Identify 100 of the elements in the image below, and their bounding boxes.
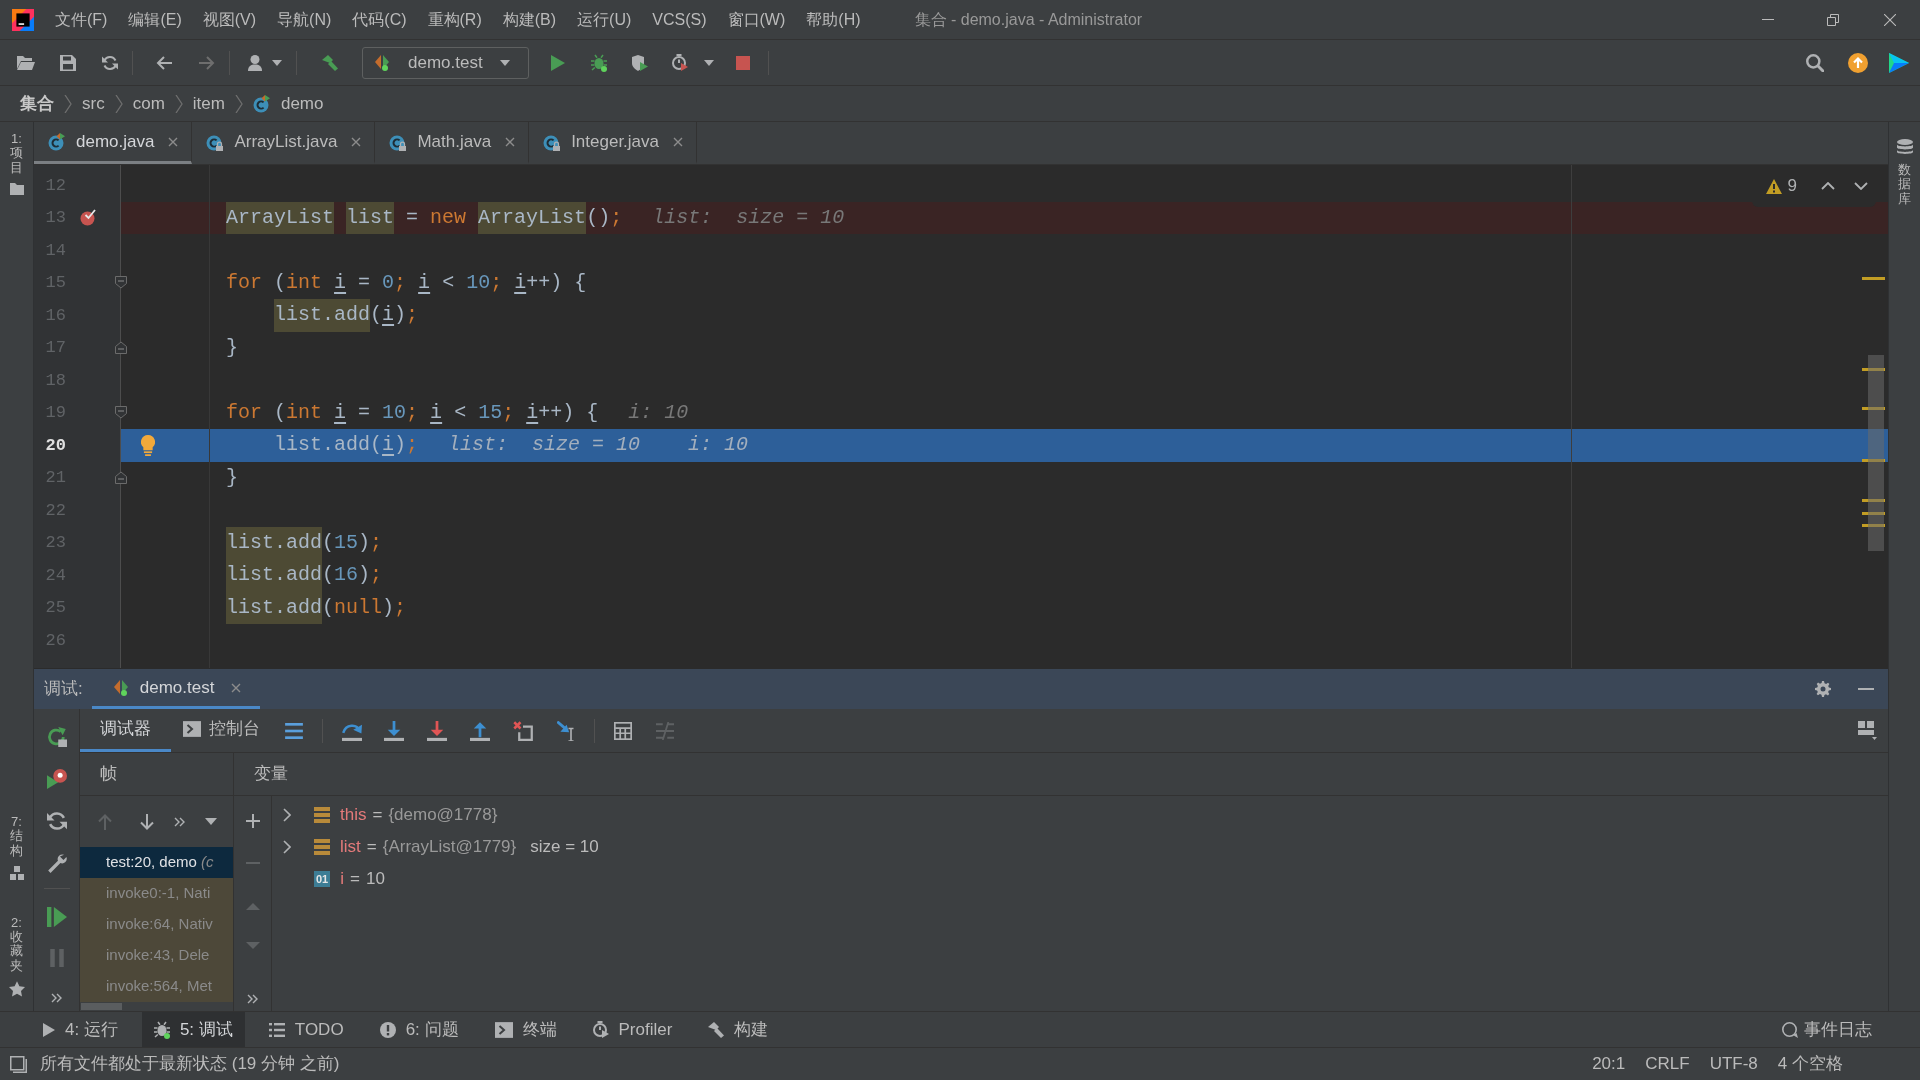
- sync-icon[interactable]: [46, 811, 67, 831]
- tool-window-button[interactable]: 7: 结构: [9, 814, 24, 880]
- menu-item[interactable]: 导航(N): [277, 11, 332, 28]
- stacked-squares-icon[interactable]: [10, 1055, 27, 1073]
- wrench-icon[interactable]: [46, 853, 67, 873]
- caret-icon[interactable]: [704, 59, 714, 66]
- breadcrumb-item[interactable]: item: [192, 90, 225, 117]
- sync-icon[interactable]: [102, 54, 118, 71]
- bug-icon[interactable]: [591, 53, 607, 72]
- close-icon[interactable]: [505, 136, 516, 147]
- double-chevron-icon[interactable]: [247, 994, 258, 1004]
- save-icon[interactable]: [60, 54, 76, 71]
- fold-icon[interactable]: [115, 341, 127, 355]
- close-icon[interactable]: [1884, 13, 1896, 26]
- close-icon[interactable]: [351, 136, 362, 147]
- tool-window-button[interactable]: 1: 项目: [9, 132, 24, 195]
- list-icon[interactable]: [285, 722, 303, 739]
- close-icon[interactable]: [231, 682, 242, 693]
- chevron-right-icon[interactable]: [283, 840, 291, 854]
- fold-icon[interactable]: [115, 471, 127, 485]
- tool-window-tab[interactable]: 4: 运行: [31, 1012, 130, 1047]
- menu-item[interactable]: 构建(B): [502, 11, 557, 28]
- check-circle-icon[interactable]: [80, 209, 96, 227]
- tool-window-tab[interactable]: Profiler: [580, 1012, 685, 1047]
- lightbulb-icon[interactable]: [141, 434, 155, 456]
- close-icon[interactable]: [673, 136, 684, 147]
- breadcrumb-item[interactable]: src: [82, 90, 105, 117]
- settings-icon[interactable]: [1815, 681, 1831, 697]
- menu-item[interactable]: 帮助(H): [806, 11, 861, 28]
- menu-item[interactable]: VCS(S): [652, 11, 707, 28]
- tool-window-tab[interactable]: 构建: [696, 1012, 781, 1047]
- variable-entry[interactable]: list = {ArrayList@1779} size = 10: [340, 834, 599, 860]
- variable-entry[interactable]: this = {demo@1778}: [340, 802, 498, 828]
- tool-window-button[interactable]: 2: 收藏夹: [8, 915, 25, 997]
- status-item[interactable]: CRLF: [1645, 1051, 1690, 1077]
- circular-arrow-icon[interactable]: [46, 727, 67, 747]
- run-config-dropdown[interactable]: demo.test: [362, 46, 529, 79]
- scrollbar-thumb[interactable]: [81, 1003, 122, 1010]
- stop-icon[interactable]: [736, 55, 750, 70]
- debug-tab[interactable]: 调试器: [80, 709, 171, 752]
- speech-bubble-icon: [1782, 1021, 1798, 1038]
- restore-icon[interactable]: [1827, 13, 1839, 26]
- menu-item[interactable]: 窗口(W): [727, 11, 786, 28]
- status-item[interactable]: 4 个空格: [1777, 1051, 1843, 1077]
- status-item[interactable]: 20:1: [1592, 1051, 1626, 1077]
- fold-icon[interactable]: [115, 406, 127, 420]
- variable-entry[interactable]: i = 10: [340, 866, 385, 892]
- caret-icon[interactable]: [205, 818, 217, 825]
- menu-item[interactable]: 视图(V): [202, 11, 257, 28]
- double-chevron-icon[interactable]: [174, 816, 185, 827]
- event-log-button[interactable]: 事件日志: [1782, 1012, 1920, 1047]
- arrow-up-circle-icon[interactable]: [1848, 52, 1868, 73]
- calculator-icon[interactable]: [614, 721, 632, 740]
- editor-tab[interactable]: ArrayList.java: [192, 122, 376, 164]
- shield-play-icon[interactable]: [632, 54, 648, 71]
- tool-window-tab[interactable]: 5: 调试: [141, 1012, 245, 1047]
- plus-icon[interactable]: [245, 814, 260, 828]
- down-arrow-icon[interactable]: [140, 813, 154, 830]
- close-icon[interactable]: [168, 136, 179, 147]
- tool-window-tab[interactable]: 6: 问题: [367, 1012, 471, 1047]
- down-arrow-icon[interactable]: [427, 720, 447, 741]
- tool-window-tab[interactable]: TODO: [256, 1012, 356, 1047]
- menu-item[interactable]: 编辑(E): [128, 11, 182, 28]
- person-icon[interactable]: [248, 54, 262, 71]
- fold-icon[interactable]: [115, 276, 127, 290]
- tool-window-button[interactable]: 数据库: [1896, 139, 1913, 206]
- stopwatch-icon[interactable]: [672, 54, 688, 71]
- arrow-cursor-icon[interactable]: [557, 720, 575, 741]
- breadcrumb-item[interactable]: demo: [280, 90, 324, 117]
- debug-tab[interactable]: 控制台: [171, 709, 272, 752]
- up-arrow-icon[interactable]: [470, 720, 490, 741]
- menu-item[interactable]: 运行(U): [577, 11, 632, 28]
- menu-item[interactable]: 文件(F): [55, 11, 108, 28]
- hammer-icon[interactable]: [322, 54, 338, 71]
- down-arrow-icon[interactable]: [384, 720, 404, 741]
- cross-frame-icon[interactable]: [513, 720, 533, 741]
- open-folder-icon[interactable]: [17, 55, 35, 70]
- editor-tab[interactable]: Math.java: [375, 122, 530, 164]
- tool-window-tab[interactable]: 终端: [482, 1012, 569, 1047]
- triangle-logo-icon[interactable]: [1889, 52, 1909, 73]
- breadcrumb-item[interactable]: com: [132, 90, 165, 117]
- double-chevron-icon[interactable]: [51, 993, 62, 1003]
- play-icon[interactable]: [551, 54, 565, 71]
- play-bar-icon[interactable]: [46, 907, 67, 927]
- chevron-right-icon[interactable]: [283, 808, 291, 822]
- scrollbar[interactable]: [1862, 277, 1885, 551]
- play-dot-icon[interactable]: [46, 769, 67, 789]
- search-icon[interactable]: [1806, 53, 1824, 72]
- menu-item[interactable]: 代码(C): [352, 11, 407, 28]
- warning-icon[interactable]: [1765, 178, 1782, 194]
- chevron-up-icon[interactable]: [1821, 182, 1835, 190]
- back-arrow-icon[interactable]: [156, 55, 172, 70]
- chevron-down-icon[interactable]: [1854, 182, 1868, 190]
- status-item[interactable]: UTF-8: [1709, 1051, 1758, 1077]
- layout-icon[interactable]: [1858, 721, 1877, 740]
- editor-tab[interactable]: Integer.java: [529, 122, 698, 164]
- menu-item[interactable]: 重构(R): [427, 11, 482, 28]
- breadcrumb-item[interactable]: 集合: [20, 90, 54, 117]
- caret-icon[interactable]: [272, 59, 282, 66]
- session-tab[interactable]: demo.test: [91, 669, 261, 709]
